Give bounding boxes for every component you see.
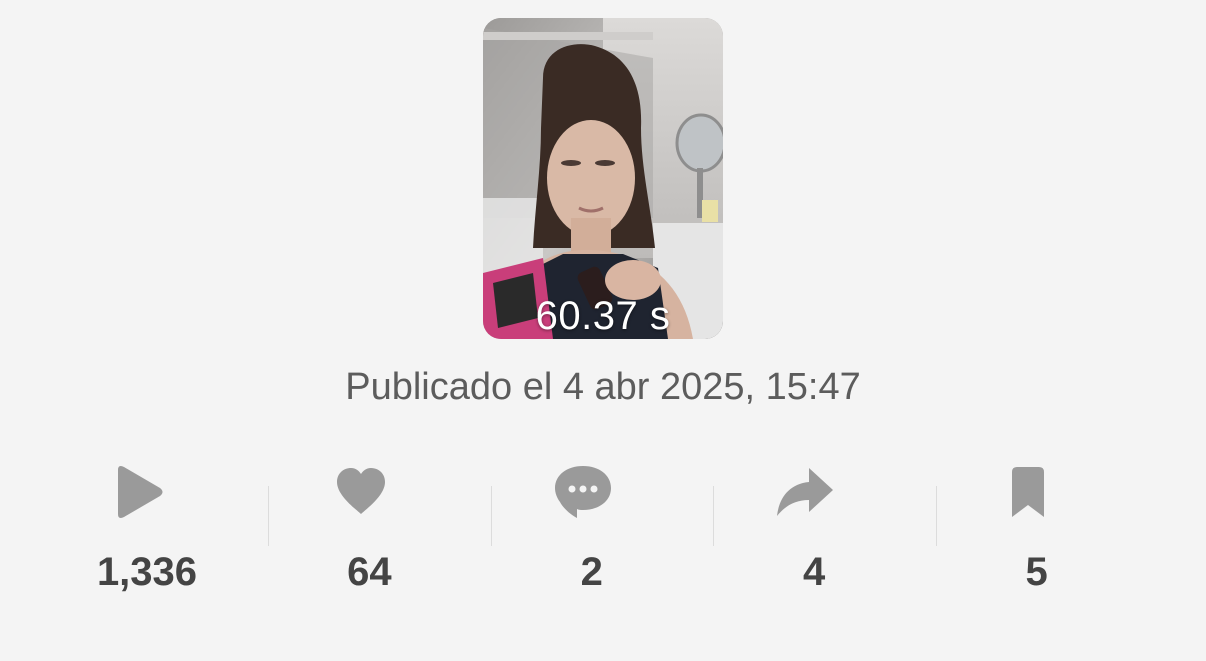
views-count: 1,336 bbox=[96, 550, 198, 594]
shares-count: 4 bbox=[803, 550, 826, 594]
stat-shares[interactable]: 4 bbox=[714, 462, 937, 602]
saves-count: 5 bbox=[1025, 550, 1048, 594]
thumbnail-image bbox=[483, 18, 723, 339]
comment-icon bbox=[553, 462, 613, 522]
comments-count: 2 bbox=[580, 550, 603, 594]
video-duration-label: 60.37 s bbox=[535, 294, 671, 338]
published-date: Publicado el 4 abr 2025, 15:47 bbox=[345, 366, 861, 408]
stats-bar: 1,336 64 2 4 5 bbox=[47, 462, 1159, 602]
video-detail-page: 60.37 s Publicado el 4 abr 2025, 15:47 1… bbox=[0, 0, 1206, 661]
video-thumbnail[interactable]: 60.37 s bbox=[483, 18, 723, 339]
likes-count: 64 bbox=[347, 550, 392, 594]
play-icon bbox=[108, 462, 168, 522]
stat-comments[interactable]: 2 bbox=[492, 462, 715, 602]
stat-likes[interactable]: 64 bbox=[269, 462, 492, 602]
stat-views[interactable]: 1,336 bbox=[47, 462, 270, 602]
bookmark-icon bbox=[998, 462, 1058, 522]
heart-icon bbox=[331, 462, 391, 522]
share-icon bbox=[775, 462, 835, 522]
stat-saves[interactable]: 5 bbox=[937, 462, 1159, 602]
